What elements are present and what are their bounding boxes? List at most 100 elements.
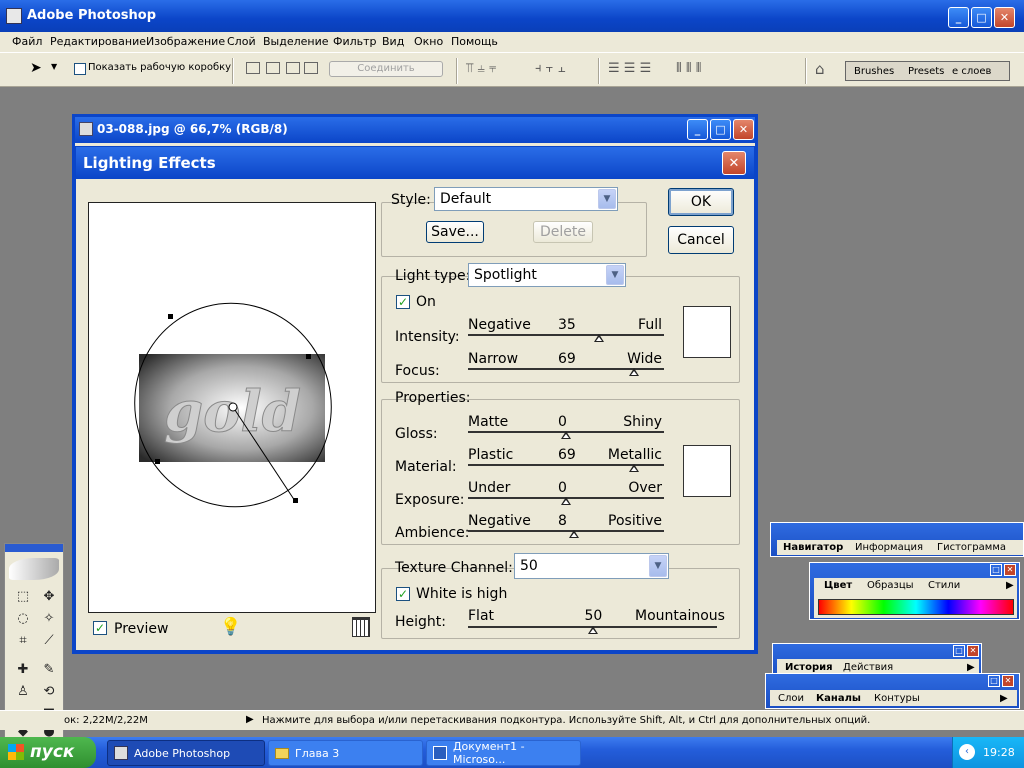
menu-layer[interactable]: Слой [227,35,256,48]
slider-thumb[interactable] [561,431,571,439]
move-tool-icon[interactable]: ✥ [39,588,59,606]
save-style-button[interactable]: Save... [426,221,484,243]
menu-edit[interactable]: Редактирование [50,35,146,48]
white-is-high-checkbox[interactable]: ✓ [396,587,410,601]
start-button[interactable]: пуск [0,737,96,768]
doc-maximize-button[interactable]: □ [710,119,731,140]
texture-channel-select[interactable]: 50 ▼ [514,553,669,579]
magic-wand-tool-icon[interactable]: ✧ [39,610,59,628]
lasso-tool-icon[interactable]: ◌ [13,610,33,628]
panel-menu-arrow-icon[interactable]: ▶ [1000,693,1008,704]
menu-view[interactable]: Вид [382,35,404,48]
distribute-horizontal-icon[interactable]: ⦀ ⦀ ⦀ [676,61,701,76]
tab-histogram[interactable]: Гистограмма [937,542,1006,553]
color-panel-close-button[interactable]: ✕ [1004,564,1016,576]
maximize-button[interactable]: □ [971,7,992,28]
slider-thumb[interactable] [628,368,639,376]
ok-button[interactable]: OK [668,188,734,216]
layers-panel: □ ✕ Слои Каналы Контуры ▶ [765,673,1020,709]
preview-area[interactable]: gold [88,202,376,613]
slider-thumb[interactable] [561,497,571,505]
properties-color-swatch[interactable] [683,445,731,497]
exclude-mode-icon[interactable] [304,62,318,74]
menu-file[interactable]: Файл [12,35,42,48]
minimize-button[interactable]: _ [948,7,969,28]
menu-image[interactable]: Изображение [146,35,225,48]
clone-stamp-tool-icon[interactable]: ♙ [13,683,33,701]
taskbar-item-word[interactable]: Документ1 - Microso... [426,740,581,766]
delete-style-button[interactable]: Delete [533,221,593,243]
show-bbox-checkbox[interactable] [74,63,86,75]
palette-tab-layer-comps[interactable]: е слоев [952,66,991,77]
trash-icon[interactable] [352,617,370,637]
slider-thumb[interactable] [594,334,605,342]
tab-swatches[interactable]: Образцы [867,580,914,591]
tab-layers[interactable]: Слои [778,693,804,704]
color-panel-minimize-button[interactable]: □ [990,564,1002,576]
distribute-vertical-icon[interactable]: ☰ ☰ ☰ [608,61,651,76]
brush-tool-icon[interactable]: ✎ [39,661,59,679]
layers-panel-minimize-button[interactable]: □ [988,675,1000,687]
align-top-icon[interactable]: ⫪ ⫨ ⫧ [466,61,496,76]
tray-arrow-icon[interactable]: ‹ [959,744,975,760]
taskbar-item-photoshop[interactable]: Adobe Photoshop [107,740,265,766]
slider-thumb[interactable] [628,464,639,472]
tab-paths[interactable]: Контуры [874,693,920,704]
tab-styles[interactable]: Стили [928,580,960,591]
slider-track[interactable] [468,530,664,532]
slider-min-label: Negative [468,317,531,333]
palette-tab-presets[interactable]: Presets [908,66,944,77]
light-color-swatch[interactable] [683,306,731,358]
combine-mode-icon[interactable] [246,62,260,74]
subtract-mode-icon[interactable] [266,62,280,74]
tab-actions[interactable]: Действия [843,662,893,673]
intersect-mode-icon[interactable] [286,62,300,74]
menu-select[interactable]: Выделение [263,35,329,48]
slider-track[interactable] [468,334,664,336]
status-arrow-icon[interactable]: ▶ [246,714,254,725]
menu-help[interactable]: Помощь [451,35,498,48]
history-panel-minimize-button[interactable]: □ [953,645,965,657]
tab-navigator[interactable]: Навигатор [783,542,843,553]
combine-button[interactable]: Соединить [329,61,443,77]
tool-preset-dropdown-icon[interactable]: ▼ [51,62,57,71]
palette-tab-brushes[interactable]: Brushes [854,66,894,77]
marquee-tool-icon[interactable]: ⬚ [13,588,33,606]
crop-tool-icon[interactable]: ⌗ [13,632,33,650]
move-tool-arrow-icon[interactable]: ➤ [30,60,42,76]
start-label: пуск [30,742,75,762]
slice-tool-icon[interactable]: ⟋ [39,632,59,650]
history-brush-tool-icon[interactable]: ⟲ [39,683,59,701]
dialog-close-button[interactable]: ✕ [722,151,746,175]
new-light-bulb-icon[interactable]: 💡 [220,617,241,637]
slider-thumb[interactable] [568,530,579,538]
spotlight-handle [306,354,311,359]
preview-checkbox[interactable]: ✓ [93,621,107,635]
taskbar-item-folder[interactable]: Глава 3 [268,740,423,766]
menu-window[interactable]: Окно [414,35,443,48]
light-type-select[interactable]: Spotlight ▼ [468,263,626,287]
tab-channels[interactable]: Каналы [816,693,861,704]
feather-icon[interactable] [9,558,59,580]
close-button[interactable]: ✕ [994,7,1015,28]
history-panel-close-button[interactable]: ✕ [967,645,979,657]
cancel-button[interactable]: Cancel [668,226,734,254]
height-slider-thumb[interactable] [587,626,598,634]
light-on-checkbox[interactable]: ✓ [396,295,410,309]
layers-panel-close-button[interactable]: ✕ [1002,675,1014,687]
align-left-icon[interactable]: ⫞ ⫟ ⫠ [535,61,566,76]
tab-history[interactable]: История [785,662,833,673]
tab-color[interactable]: Цвет [824,580,852,591]
doc-close-button[interactable]: ✕ [733,119,754,140]
doc-minimize-button[interactable]: _ [687,119,708,140]
color-ramp[interactable] [818,599,1014,615]
menu-filter[interactable]: Фильтр [333,35,377,48]
style-select[interactable]: Default ▼ [434,187,618,211]
panel-menu-arrow-icon[interactable]: ▶ [967,662,975,673]
tab-info[interactable]: Информация [855,542,923,553]
healing-brush-tool-icon[interactable]: ✚ [13,661,33,679]
preview-canvas[interactable]: gold [89,203,375,612]
file-browser-icon[interactable]: ⌂ [815,60,825,78]
panel-menu-arrow-icon[interactable]: ▶ [1006,580,1014,591]
slider-value: 0 [558,414,567,430]
